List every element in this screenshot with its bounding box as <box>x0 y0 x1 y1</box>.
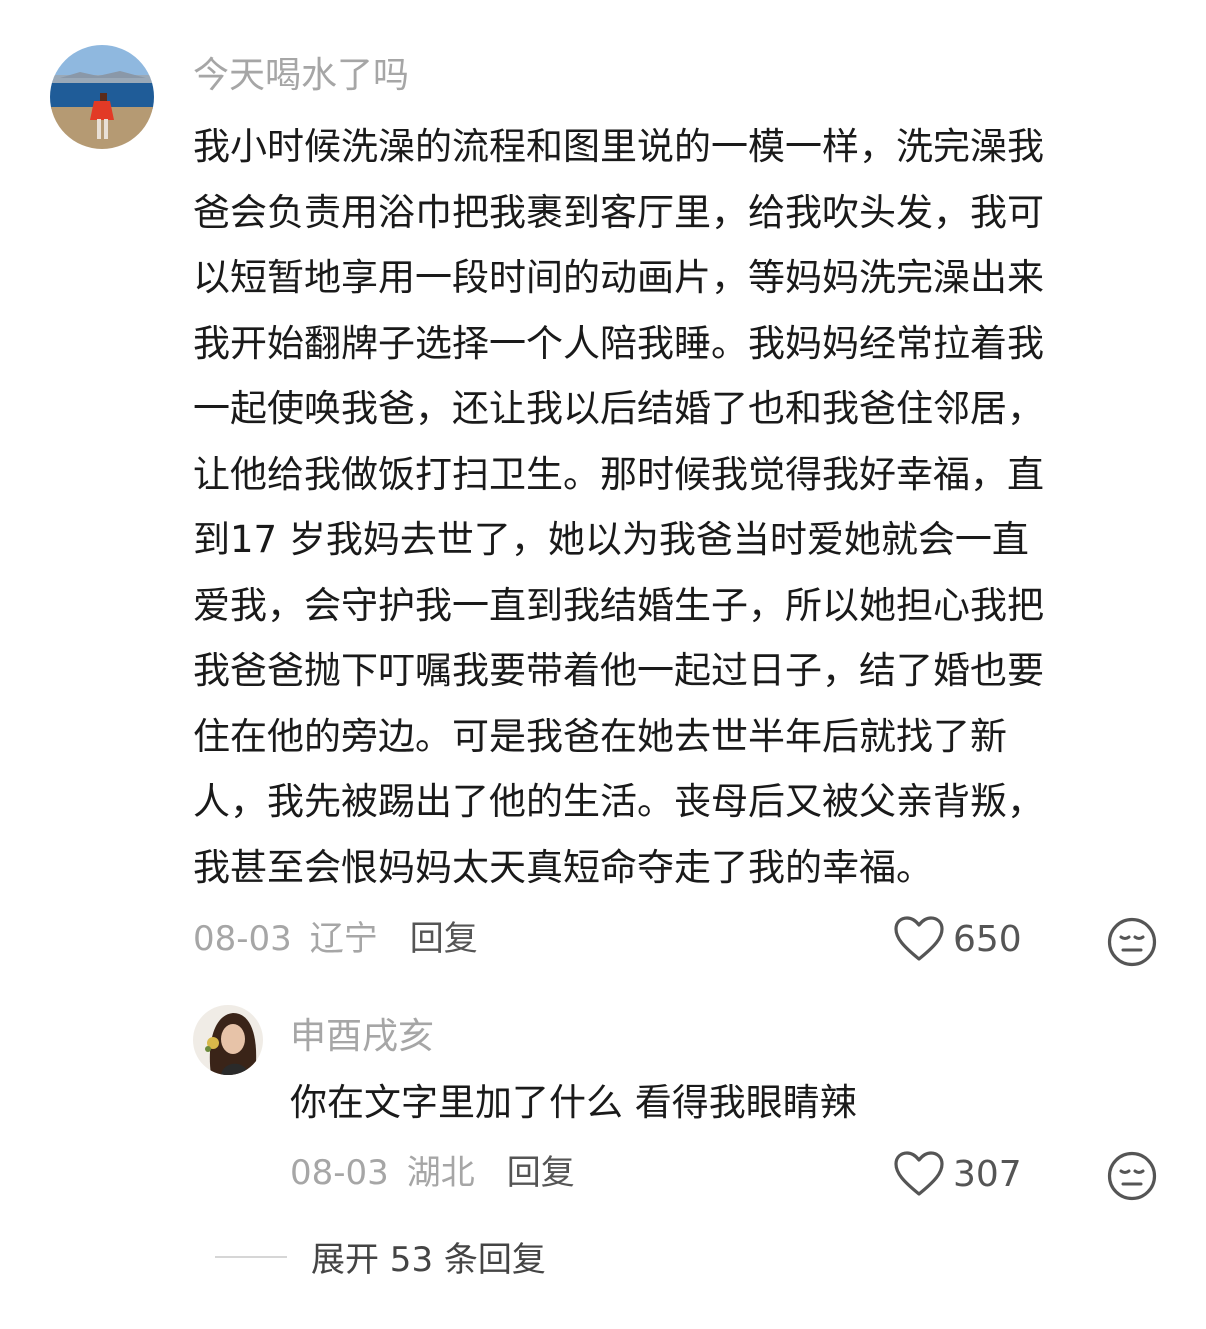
comment-meta: 08-03 辽宁 回复 <box>193 917 478 961</box>
reply-text: 你在文字里加了什么 看得我眼睛辣 <box>290 1081 857 1124</box>
heart-outline-icon <box>894 916 944 961</box>
expand-replies-button[interactable]: 展开 53 条回复 <box>215 1232 546 1281</box>
comment-text-line: 以短暂地享用一段时间的动画片，等妈妈洗完澡出来 <box>193 256 1044 299</box>
meh-face-icon <box>1107 1151 1157 1201</box>
like-button[interactable]: 650 <box>893 915 1022 963</box>
user-avatar[interactable] <box>50 45 154 149</box>
reply-like-count: 307 <box>953 1153 1022 1195</box>
reply-button[interactable]: 回复 <box>410 917 478 961</box>
heart-outline-icon <box>894 1151 944 1196</box>
comment-text-line: 我开始翻牌子选择一个人陪我睡。我妈妈经常拉着我 <box>193 321 1044 365</box>
reply-to-reply-button[interactable]: 回复 <box>507 1151 575 1195</box>
comment-text-line: 人，我先被踢出了他的生活。丧母后又被父亲背叛， <box>193 780 1044 823</box>
comment-date: 08-03 <box>193 919 292 959</box>
like-count: 650 <box>953 918 1022 960</box>
comment-username[interactable]: 今天喝水了吗 <box>193 53 409 99</box>
comment-text-line: 一起使唤我爸，还让我以后结婚了也和我爸住邻居， <box>193 387 1044 430</box>
reply-location: 湖北 <box>406 1153 475 1193</box>
comment-text-line: 爱我，会守护我一直到我结婚生子，所以她担心我把 <box>193 583 1044 627</box>
reply-dislike-button[interactable] <box>1106 1150 1158 1206</box>
comment-text-line: 让他给我做饭打扫卫生。那时候我觉得我好幸福，直 <box>193 452 1044 496</box>
comment-text-line: 到17 岁我妈去世了，她以为我爸当时爱她就会一直 <box>193 518 1029 561</box>
reply-date: 08-03 <box>290 1153 389 1193</box>
comment-text: 我小时候洗澡的流程和图里说的一模一样，洗完澡我 爸会负责用浴巾把我裹到客厅里，给… <box>193 114 1153 900</box>
comment-text-line: 爸会负责用浴巾把我裹到客厅里，给我吹头发，我可 <box>193 190 1044 234</box>
expand-replies-label: 展开 53 条回复 <box>311 1240 546 1280</box>
comment-text-line: 住在他的旁边。可是我爸在她去世半年后就找了新 <box>193 714 1007 758</box>
comment-location: 辽宁 <box>309 919 378 959</box>
reply-like-button[interactable]: 307 <box>893 1150 1022 1198</box>
avatar-beach-image <box>50 45 154 149</box>
comment-text-line: 我小时候洗澡的流程和图里说的一模一样，洗完澡我 <box>193 125 1044 168</box>
dislike-button[interactable] <box>1106 916 1158 972</box>
avatar-portrait-image <box>193 1005 263 1075</box>
meh-face-icon <box>1107 917 1157 967</box>
expand-divider <box>215 1255 287 1258</box>
reply-user-avatar[interactable] <box>193 1005 263 1075</box>
reply-username[interactable]: 申酉戌亥 <box>290 1014 434 1060</box>
reply-meta: 08-03 湖北 回复 <box>290 1151 575 1195</box>
comment-text-line: 我甚至会恨妈妈太天真短命夺走了我的幸福。 <box>193 845 933 889</box>
comment-text-line: 我爸爸抛下叮嘱我要带着他一起过日子，结了婚也要 <box>193 649 1044 692</box>
